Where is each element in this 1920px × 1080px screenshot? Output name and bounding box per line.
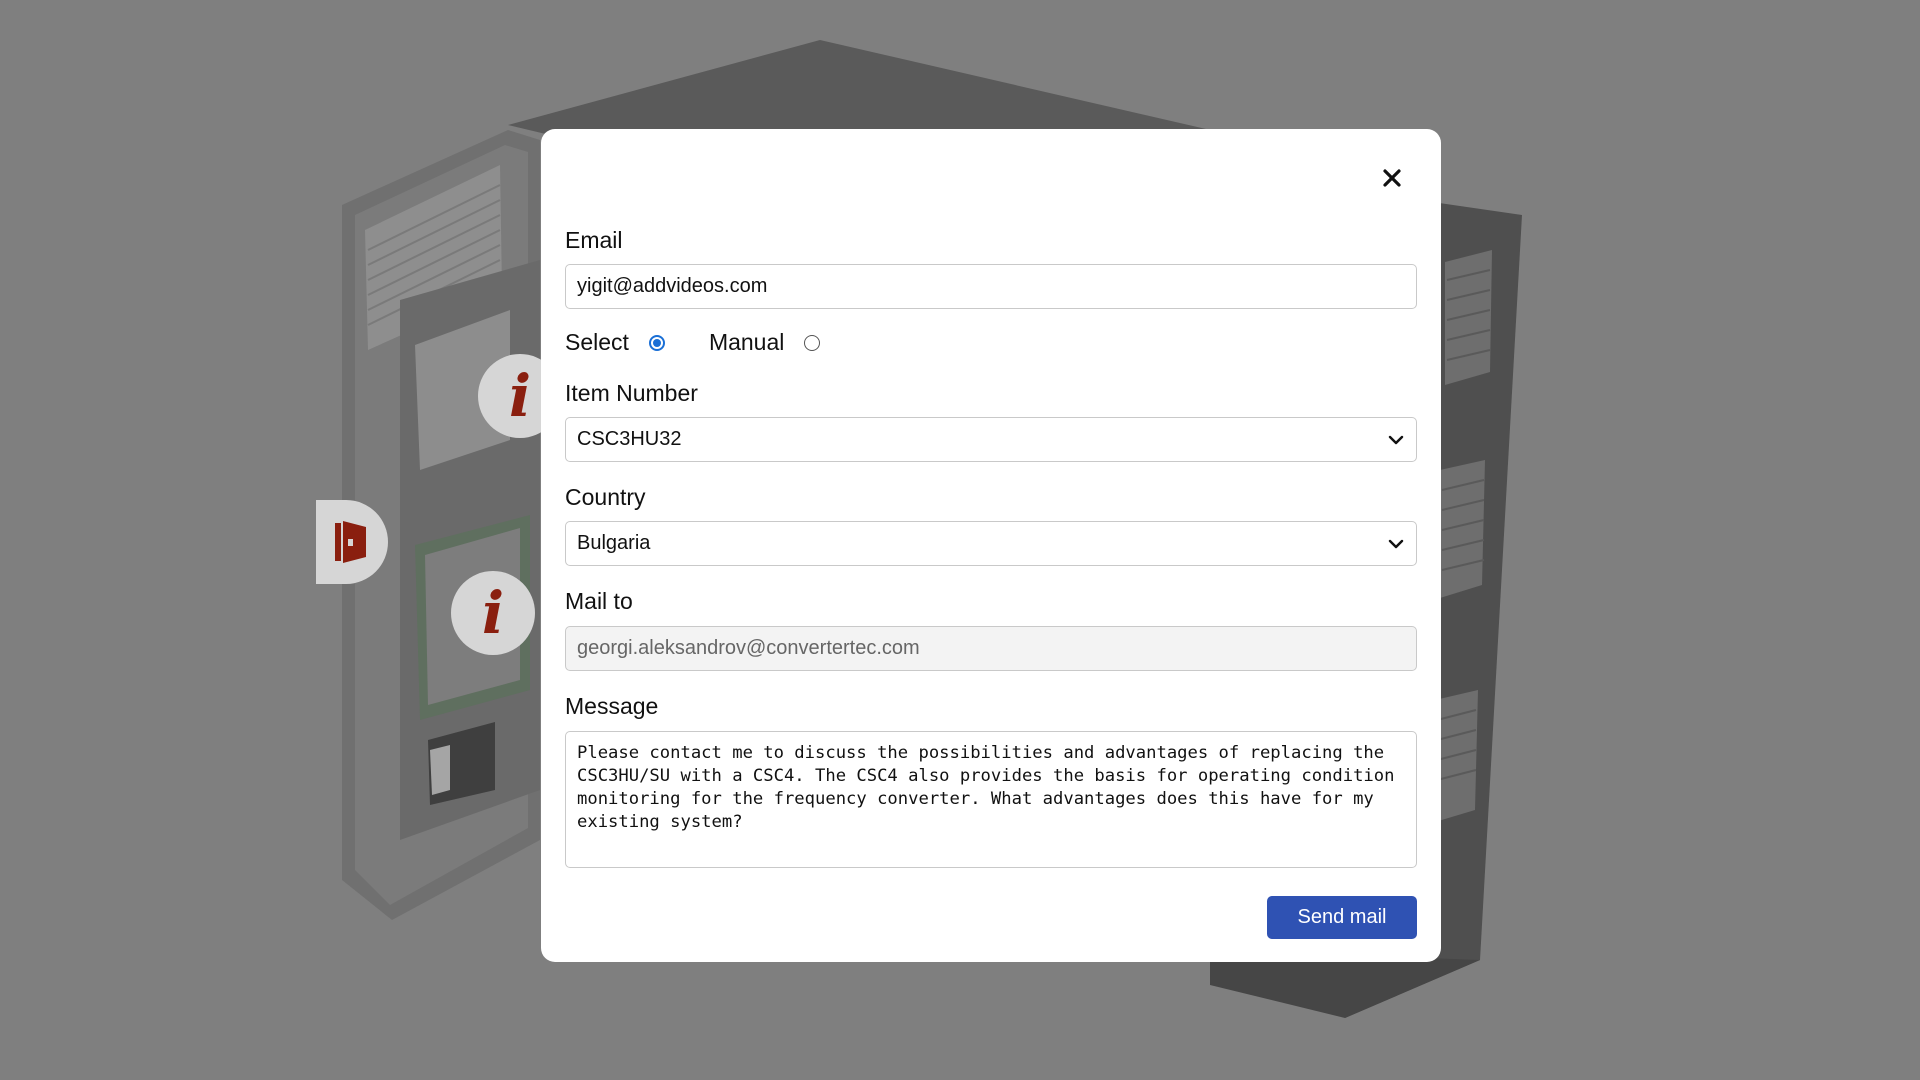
contact-modal: Email Select Manual Item Number CSC3HU32… [541,129,1441,962]
radio-manual[interactable] [804,334,821,351]
country-label: Country [565,484,646,510]
radio-manual-label: Manual [708,329,785,355]
item-number-value: CSC3HU32 [577,428,682,450]
info-icon: i [481,579,505,647]
mail-to-field [565,626,1417,671]
item-number-label: Item Number [565,380,698,406]
door-exit-icon [335,521,366,563]
mode-radio-group: Select Manual [565,329,821,356]
close-icon [1383,169,1401,187]
radio-select-label: Select [565,329,629,355]
info-icon: i [508,362,532,430]
chevron-down-icon [1388,435,1404,444]
item-number-select[interactable]: CSC3HU32 [565,417,1417,462]
email-field[interactable] [565,264,1417,309]
radio-select[interactable] [648,334,665,351]
message-textarea[interactable]: Please contact me to discuss the possibi… [565,731,1417,868]
chevron-down-icon [1388,539,1404,548]
country-select[interactable]: Bulgaria [565,521,1417,566]
message-label: Message [565,693,659,719]
country-value: Bulgaria [577,532,651,554]
mail-to-label: Mail to [565,588,633,614]
close-button[interactable] [1377,163,1407,193]
email-label: Email [565,227,623,253]
info-hotspot[interactable]: i [451,571,535,655]
send-mail-button[interactable]: Send mail [1267,896,1417,939]
